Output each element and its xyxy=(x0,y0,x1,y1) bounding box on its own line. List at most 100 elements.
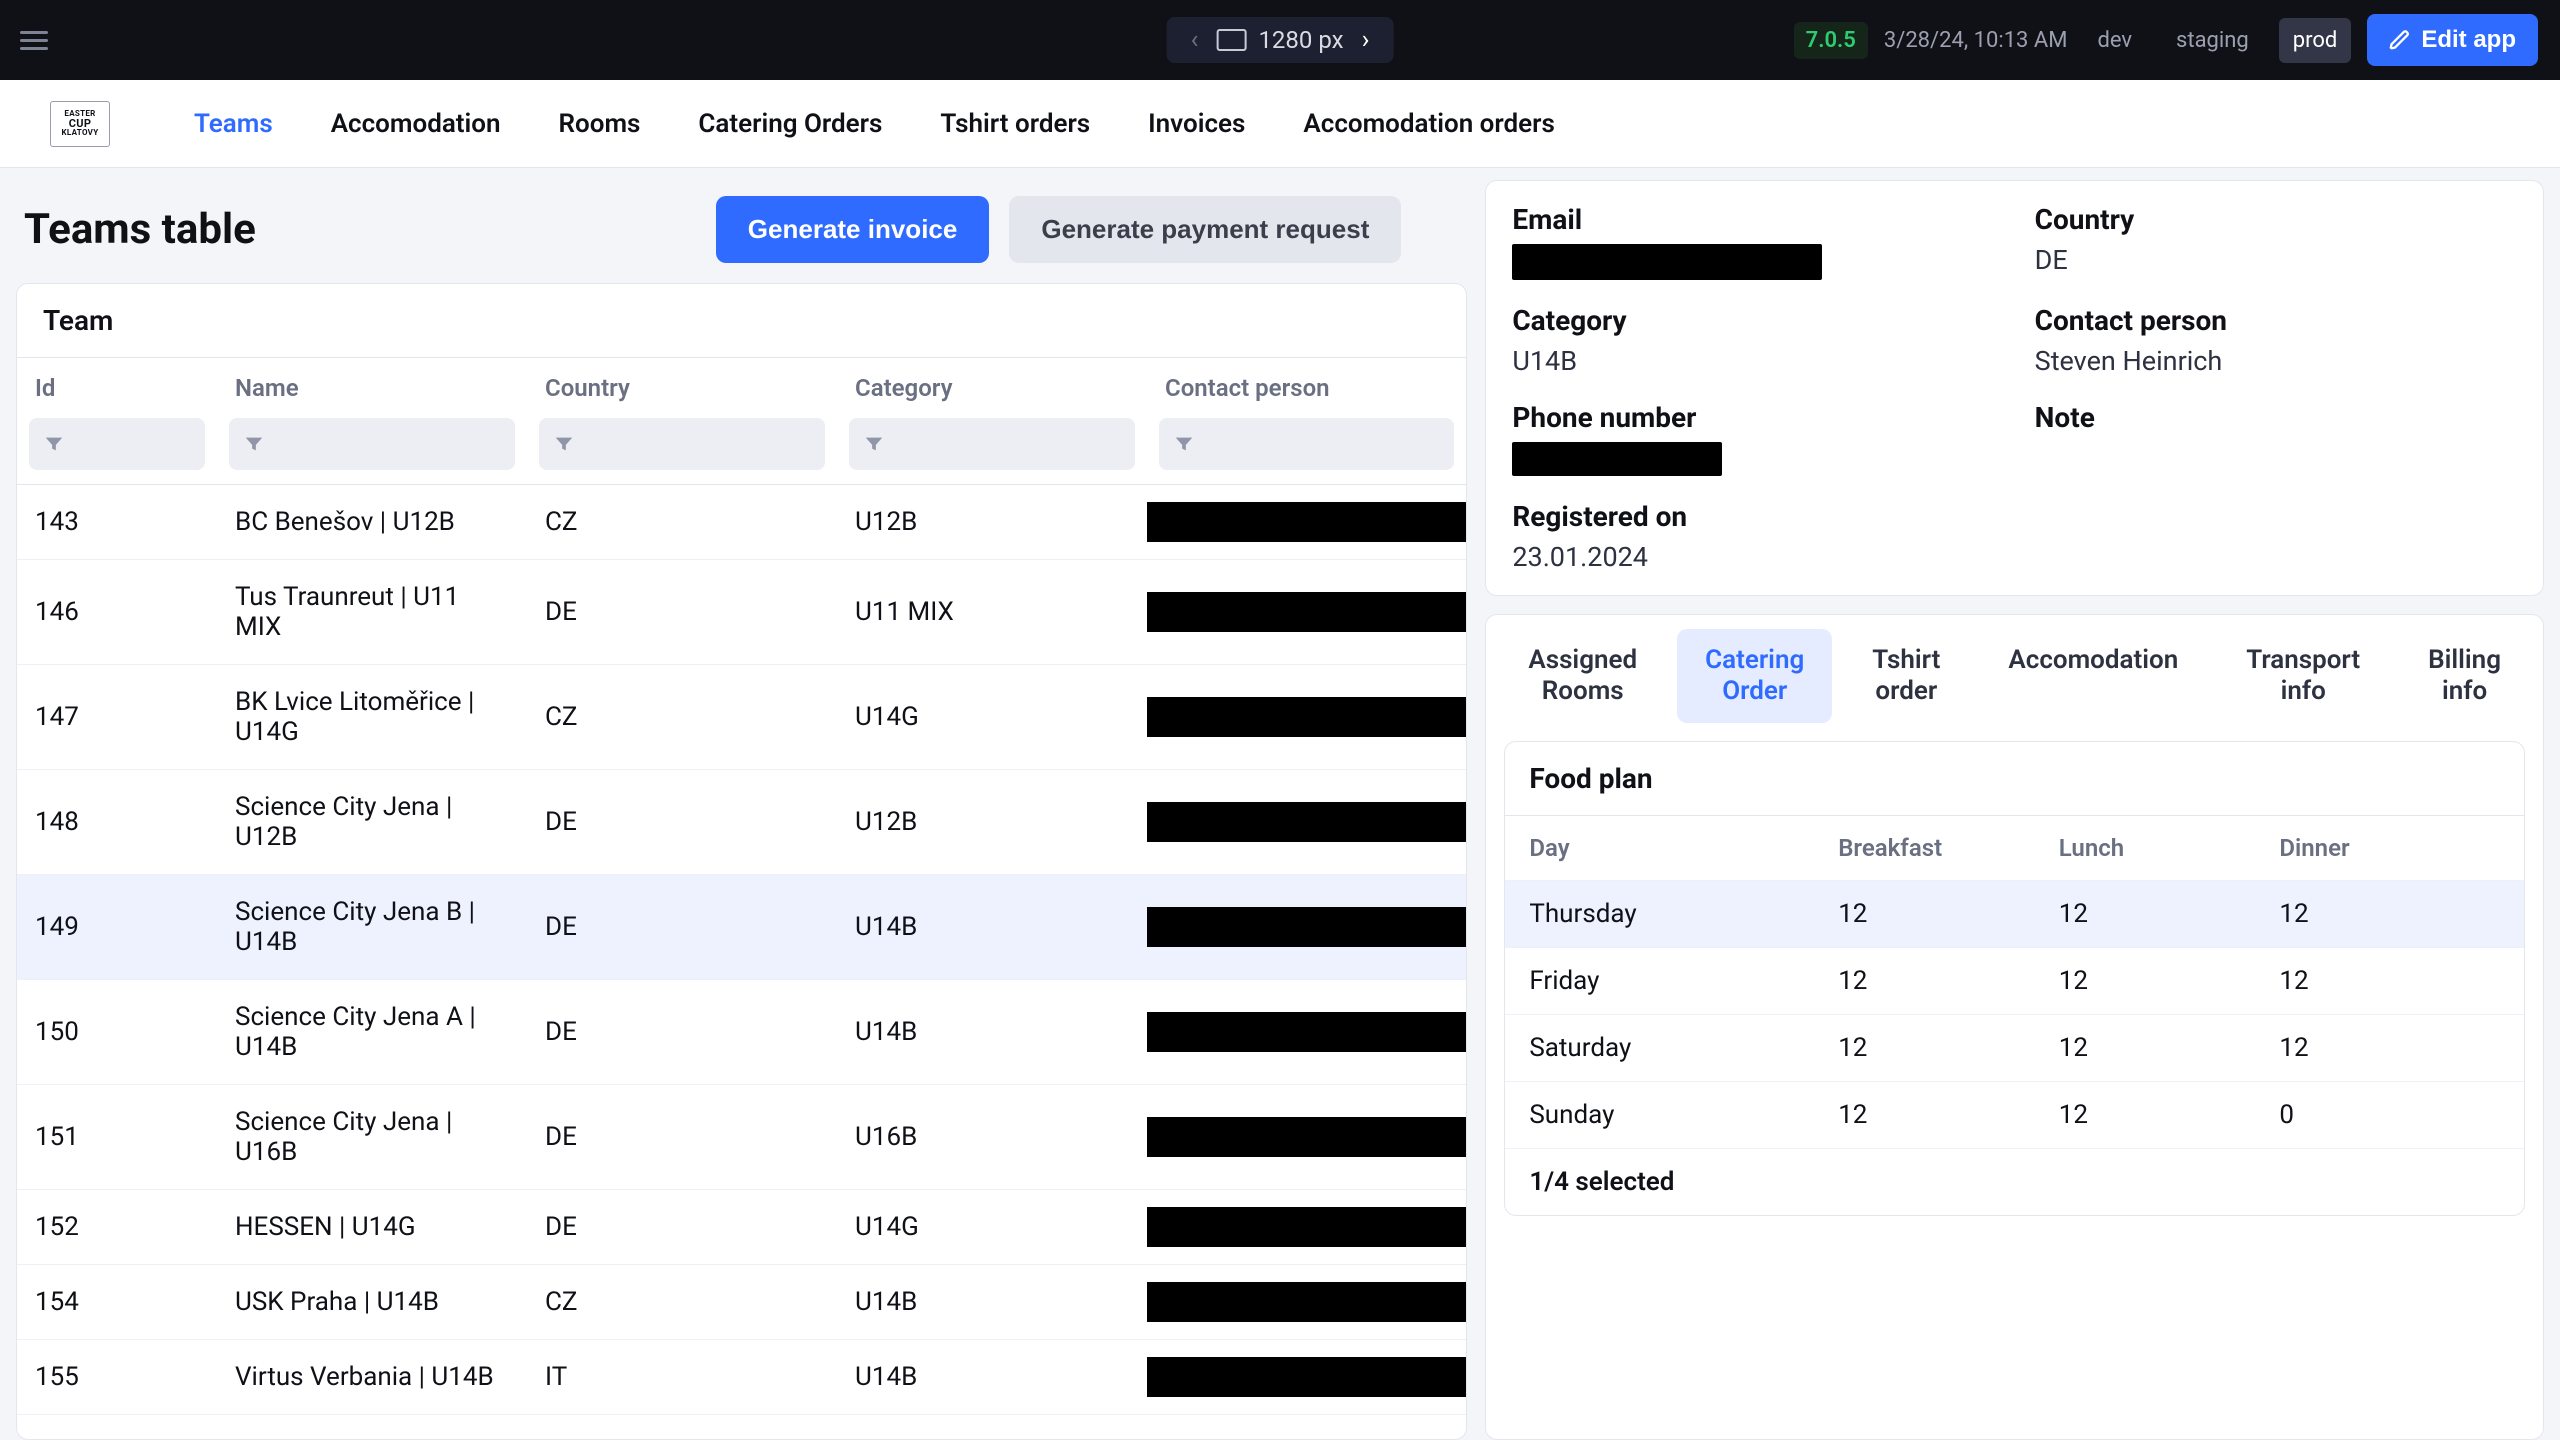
food-row[interactable]: Saturday121212 xyxy=(1505,1015,2524,1082)
food-lunch: 12 xyxy=(2059,966,2280,996)
cell-category: U14B xyxy=(837,980,1147,1085)
cell-country: DE xyxy=(527,770,837,875)
col-name[interactable]: Name xyxy=(217,358,527,412)
viewport-prev-icon[interactable]: ‹ xyxy=(1185,25,1205,55)
env-dev[interactable]: dev xyxy=(2083,18,2146,63)
food-row[interactable]: Sunday12120 xyxy=(1505,1082,2524,1149)
nav-catering[interactable]: Catering Orders xyxy=(698,109,882,139)
filter-category[interactable] xyxy=(849,418,1135,470)
food-day: Sunday xyxy=(1529,1100,1838,1130)
editor-topbar: ‹ 1280 px › 7.0.5 3/28/24, 10:13 AM dev … xyxy=(0,0,2560,80)
nav-invoices[interactable]: Invoices xyxy=(1148,109,1245,139)
table-row[interactable]: 146Tus Traunreut | U11 MIXDEU11 MIX xyxy=(17,560,1466,665)
filter-icon xyxy=(1173,433,1195,455)
team-subtabs-panel: Assigned Rooms Catering Order Tshirt ord… xyxy=(1485,614,2544,1440)
env-staging[interactable]: staging xyxy=(2162,18,2263,63)
env-prod[interactable]: prod xyxy=(2279,18,2352,63)
cell-category: U14G xyxy=(837,1415,1147,1440)
label-contact: Contact person xyxy=(2035,304,2517,337)
cell-country: CZ xyxy=(527,1265,837,1340)
generate-payment-button[interactable]: Generate payment request xyxy=(1009,196,1401,263)
food-col-day[interactable]: Day xyxy=(1529,834,1838,862)
nav-accomodation-orders[interactable]: Accomodation orders xyxy=(1303,109,1554,139)
cell-country: IT xyxy=(527,1340,837,1415)
generate-invoice-button[interactable]: Generate invoice xyxy=(716,196,990,263)
label-registered: Registered on xyxy=(1512,500,1994,533)
food-col-dinner[interactable]: Dinner xyxy=(2279,834,2500,862)
cell-contact-redacted xyxy=(1147,1117,1466,1157)
food-col-lunch[interactable]: Lunch xyxy=(2059,834,2280,862)
tab-catering[interactable]: Catering Order xyxy=(1677,629,1832,723)
label-category: Category xyxy=(1512,304,1994,337)
filter-id[interactable] xyxy=(29,418,205,470)
cell-id: 152 xyxy=(17,1190,217,1265)
tab-rooms[interactable]: Assigned Rooms xyxy=(1500,629,1665,723)
food-selection-count: 1/4 selected xyxy=(1505,1149,2524,1215)
cell-name: Science City Jena | U16B xyxy=(217,1085,527,1190)
cell-country: DE xyxy=(527,875,837,980)
food-lunch: 12 xyxy=(2059,1033,2280,1063)
main-nav: EASTER CUP KLATOVY Teams Accomodation Ro… xyxy=(0,80,2560,168)
cell-category: U14B xyxy=(837,1340,1147,1415)
col-contact[interactable]: Contact person xyxy=(1147,358,1466,412)
col-country[interactable]: Country xyxy=(527,358,837,412)
col-id[interactable]: Id xyxy=(17,358,217,412)
cell-contact-redacted xyxy=(1147,1207,1466,1247)
cell-contact-redacted xyxy=(1147,802,1466,842)
nav-accomodation[interactable]: Accomodation xyxy=(331,109,501,139)
food-dinner: 12 xyxy=(2279,899,2500,929)
team-details-panel: Email Country DE Category U14B Contact p… xyxy=(1485,180,2544,596)
table-row[interactable]: 151Science City Jena | U16BDEU16B xyxy=(17,1085,1466,1190)
filter-country[interactable] xyxy=(539,418,825,470)
tab-accomodation[interactable]: Accomodation xyxy=(1980,629,2206,723)
viewport-control: ‹ 1280 px › xyxy=(1167,17,1394,63)
col-category[interactable]: Category xyxy=(837,358,1147,412)
table-row[interactable]: 152HESSEN | U14GDEU14G xyxy=(17,1190,1466,1265)
cell-id: 146 xyxy=(17,560,217,665)
food-plan-title: Food plan xyxy=(1505,742,2524,816)
menu-icon[interactable] xyxy=(20,31,48,50)
build-timestamp: 3/28/24, 10:13 AM xyxy=(1884,28,2068,53)
cell-id: 156 xyxy=(17,1415,217,1440)
cell-category: U14G xyxy=(837,1190,1147,1265)
team-panel-title: Team xyxy=(17,284,1466,358)
table-row[interactable]: 147BK Lvice Litoměřice | U14GCZU14G xyxy=(17,665,1466,770)
table-row[interactable]: 155Virtus Verbania | U14BITU14B xyxy=(17,1340,1466,1415)
table-row[interactable]: 148Science City Jena | U12BDEU12B xyxy=(17,770,1466,875)
nav-teams[interactable]: Teams xyxy=(194,109,273,139)
table-row[interactable]: 150Science City Jena A | U14BDEU14B xyxy=(17,980,1466,1085)
table-row[interactable]: 156BK Sojky Pelhřimov | U14GCZU14G xyxy=(17,1415,1466,1440)
nav-tshirt[interactable]: Tshirt orders xyxy=(940,109,1090,139)
viewport-next-icon[interactable]: › xyxy=(1356,25,1376,55)
filter-name[interactable] xyxy=(229,418,515,470)
table-row[interactable]: 154USK Praha | U14BCZU14B xyxy=(17,1265,1466,1340)
nav-rooms[interactable]: Rooms xyxy=(559,109,641,139)
table-row[interactable]: 143BC Benešov | U12BCZU12B xyxy=(17,485,1466,560)
cell-category: U14G xyxy=(837,665,1147,770)
edit-app-button[interactable]: Edit app xyxy=(2367,14,2538,66)
food-row[interactable]: Friday121212 xyxy=(1505,948,2524,1015)
cell-id: 155 xyxy=(17,1340,217,1415)
tab-transport[interactable]: Transport info xyxy=(2218,629,2388,723)
table-row[interactable]: 149Science City Jena B | U14BDEU14B xyxy=(17,875,1466,980)
cell-name: USK Praha | U14B xyxy=(217,1265,527,1340)
tab-billing[interactable]: Billing info xyxy=(2400,629,2529,723)
cell-name: Virtus Verbania | U14B xyxy=(217,1340,527,1415)
filter-icon xyxy=(243,433,265,455)
cell-id: 151 xyxy=(17,1085,217,1190)
food-breakfast: 12 xyxy=(1838,1100,2059,1130)
team-table-panel: Team Id Name Country Category Contact pe… xyxy=(16,283,1467,1440)
value-country: DE xyxy=(2035,244,2517,276)
food-day: Friday xyxy=(1529,966,1838,996)
cell-country: CZ xyxy=(527,485,837,560)
filter-contact[interactable] xyxy=(1159,418,1454,470)
cell-country: DE xyxy=(527,560,837,665)
edit-app-label: Edit app xyxy=(2421,26,2516,54)
food-col-breakfast[interactable]: Breakfast xyxy=(1838,834,2059,862)
app-logo[interactable]: EASTER CUP KLATOVY xyxy=(50,101,110,147)
food-row[interactable]: Thursday121212 xyxy=(1505,881,2524,948)
value-email-redacted xyxy=(1512,244,1822,280)
filter-icon xyxy=(553,433,575,455)
device-icon[interactable] xyxy=(1216,29,1246,51)
tab-tshirt[interactable]: Tshirt order xyxy=(1844,629,1968,723)
